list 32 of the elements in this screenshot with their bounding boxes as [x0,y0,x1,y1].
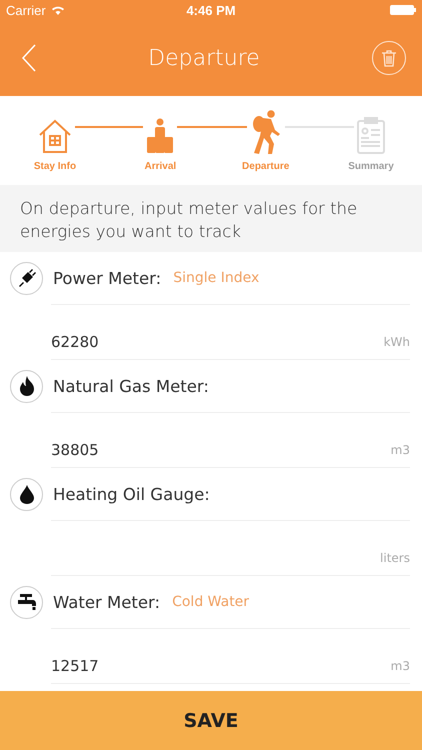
meter-label: Natural Gas Meter: [53,376,209,396]
back-button[interactable] [22,44,36,72]
clipboard-icon [356,116,386,154]
step-label: Stay Info [34,161,76,172]
carrier-label: Carrier [6,2,46,18]
flame-icon [18,376,34,396]
meter-label: Heating Oil Gauge: [53,484,210,504]
status-time: 4:46 PM [186,2,236,18]
wifi-icon [50,5,65,15]
delete-button[interactable] [372,41,406,75]
drop-icon [20,484,34,504]
instruction-text: On departure, input meter values for the energies you want to track [0,185,422,252]
screen-title: Departure [148,46,260,70]
step-label: Arrival [144,161,176,172]
unit-label: m3 [390,443,410,458]
plug-icon [18,269,36,288]
battery-icon [390,5,416,15]
meter-value-field[interactable]: 62280 [51,333,378,352]
faucet-icon [16,593,36,612]
step-label: Departure [242,161,290,172]
trash-icon [382,50,396,66]
unit-label: m3 [390,659,410,674]
unit-label: kWh [384,335,410,350]
meter-label: Water Meter: [53,592,160,612]
unit-label: liters [380,551,410,566]
meter-value-field[interactable]: 38805 [51,441,385,460]
house-icon [37,118,73,154]
save-button[interactable]: SAVE [0,691,422,750]
meter-value-field[interactable]: 12517 [51,657,385,676]
back-chevron-icon [22,44,36,72]
step-label: Summary [348,161,394,172]
meter-label: Power Meter: [53,268,162,288]
